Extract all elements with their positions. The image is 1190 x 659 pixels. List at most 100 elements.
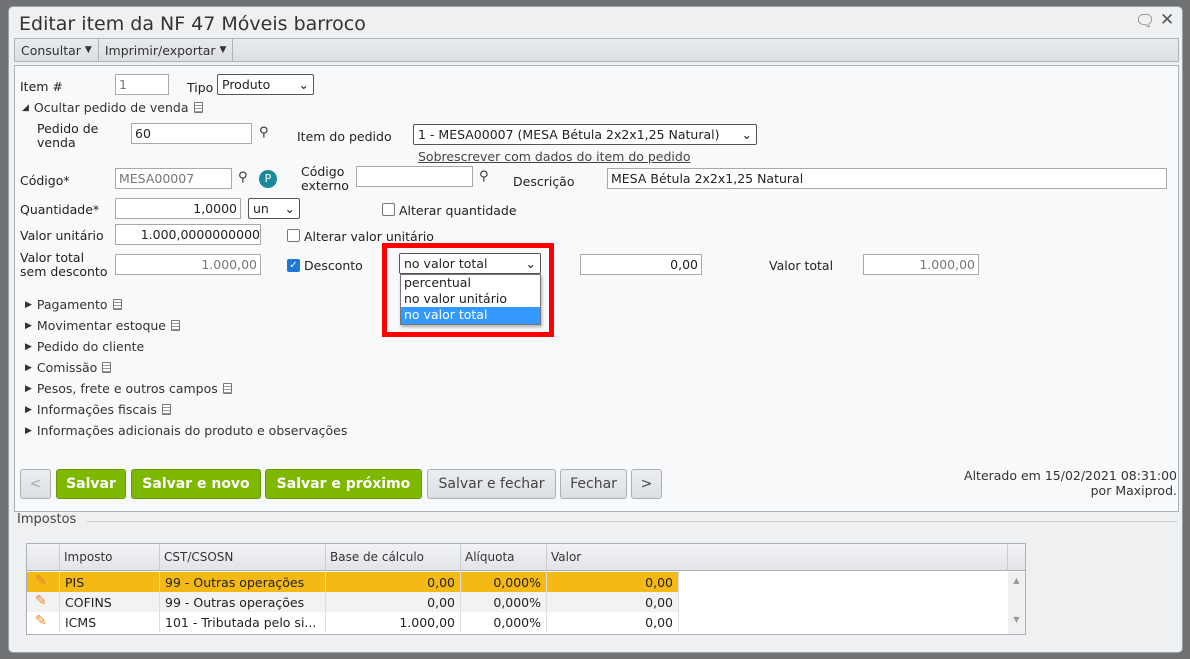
valor-total-input[interactable]: 1.000,00 [863, 254, 979, 275]
speech-bubble-icon[interactable]: 🗨 [1135, 11, 1155, 30]
unidade-select[interactable]: un ⌄ [248, 198, 300, 219]
cell-imposto: PIS [60, 572, 160, 592]
imprimir-menu[interactable]: Imprimir/exportar ▼ [99, 39, 234, 61]
alterar-valor-unitario-label: Alterar valor unitário [304, 229, 434, 244]
consultar-menu[interactable]: Consultar ▼ [15, 39, 99, 61]
cell-cst: 99 - Outras operações [160, 572, 326, 592]
dialog-title: Editar item da NF 47 Móveis barroco [19, 13, 366, 35]
salvar-novo-button[interactable]: Salvar e novo [131, 469, 261, 499]
ocultar-pedido-toggle[interactable]: ◢ Ocultar pedido de venda [22, 100, 203, 115]
section-label: Comissão [36, 360, 98, 375]
triangle-right-icon: ▶ [25, 425, 32, 436]
search-icon[interactable]: ⚲ [479, 169, 489, 184]
codigo-externo-input[interactable] [356, 166, 473, 187]
section-informacoes-adicionais[interactable]: ▶ Informações adicionais do produto e obs… [25, 423, 347, 438]
triangle-down-icon: ◢ [22, 102, 29, 113]
chevron-down-icon: ⌄ [741, 127, 752, 142]
section-label: Pedido do cliente [36, 339, 145, 354]
descricao-input[interactable]: MESA Bétula 2x2x1,25 Natural [607, 168, 1167, 189]
cell-base: 0,00 [326, 592, 461, 612]
desconto-value-input[interactable]: 0,00 [580, 254, 702, 275]
pencil-edit-icon[interactable]: ✎ [27, 572, 60, 592]
edit-item-dialog: Editar item da NF 47 Móveis barroco 🗨 ✕ … [8, 6, 1183, 653]
valor-unitario-input[interactable]: 1.000,0000000000 [115, 224, 261, 245]
quantidade-input[interactable]: 1,0000 [115, 198, 241, 219]
triangle-right-icon: ▶ [25, 383, 32, 394]
next-button[interactable]: > [631, 469, 662, 499]
section-pagamento[interactable]: ▶ Pagamento [25, 297, 122, 312]
imprimir-label: Imprimir/exportar [104, 42, 216, 58]
salvar-button[interactable]: Salvar [56, 469, 126, 499]
table-row[interactable]: ✎ ICMS 101 - Tributada pelo si... 1.000,00 0… [27, 612, 679, 632]
column-header-valor[interactable]: Valor [547, 544, 1008, 571]
alterar-valor-unitario-checkbox[interactable] [287, 229, 300, 242]
triangle-right-icon: ▶ [25, 341, 32, 352]
pedido-input[interactable]: 60 [131, 123, 252, 144]
scrollbar[interactable]: ▲ ▼ [1008, 572, 1025, 634]
codigo-externo-label: Código externo [301, 164, 349, 193]
cell-aliquota: 0,000% [461, 592, 547, 612]
section-label: Movimentar estoque [36, 318, 166, 333]
desconto-label: Desconto [304, 258, 363, 273]
item-pedido-value: 1 - MESA00007 (MESA Bétula 2x2x1,25 Natu… [418, 127, 720, 142]
quantidade-label: Quantidade* [20, 202, 100, 217]
cell-valor: 0,00 [547, 612, 679, 632]
toolbar: Consultar ▼ Imprimir/exportar ▼ [14, 38, 1179, 62]
salvar-proximo-button[interactable]: Salvar e próximo [265, 469, 422, 499]
column-header-aliquota[interactable]: Alíquota [461, 544, 547, 571]
alterar-quantidade-checkbox[interactable] [382, 203, 395, 216]
item-pedido-select[interactable]: 1 - MESA00007 (MESA Bétula 2x2x1,25 Natu… [413, 124, 757, 145]
item-label: Item # [20, 79, 63, 94]
option-valor-total[interactable]: no valor total [401, 307, 540, 324]
alterar-quantidade-label: Alterar quantidade [399, 203, 517, 218]
section-comissao[interactable]: ▶ Comissão [25, 360, 112, 375]
pencil-edit-icon[interactable]: ✎ [27, 592, 60, 612]
cell-aliquota: 0,000% [461, 572, 547, 592]
column-header-imposto[interactable]: Imposto [60, 544, 160, 571]
valor-total-sd-input[interactable]: 1.000,00 [115, 254, 261, 275]
option-percentual[interactable]: percentual [401, 275, 540, 291]
product-lookup-icon[interactable]: P [259, 170, 277, 188]
cell-base: 1.000,00 [326, 612, 461, 632]
codigo-input[interactable]: MESA00007 [115, 168, 232, 189]
item-number-input[interactable]: 1 [115, 74, 169, 95]
impostos-table: Imposto CST/CSOSN Base de cálculo Alíquo… [26, 543, 1026, 635]
chevron-down-icon: ⌄ [298, 77, 309, 92]
valor-total-label: Valor total [769, 258, 834, 273]
section-movimentar-estoque[interactable]: ▶ Movimentar estoque [25, 318, 180, 333]
altered-timestamp: Alterado em 15/02/2021 08:31:00 [964, 468, 1177, 483]
cell-cst: 101 - Tributada pelo si... [160, 612, 326, 632]
caret-down-icon: ▼ [219, 45, 227, 55]
column-header-edit [27, 544, 60, 571]
section-pedido-cliente[interactable]: ▶ Pedido do cliente [25, 339, 144, 354]
search-icon[interactable]: ⚲ [238, 170, 248, 185]
descricao-label: Descrição [513, 174, 575, 189]
impostos-title: Impostos [17, 512, 77, 527]
column-header-cst[interactable]: CST/CSOSN [160, 544, 326, 571]
cell-imposto: ICMS [60, 612, 160, 632]
document-icon [193, 102, 203, 113]
option-valor-unitario[interactable]: no valor unitário [401, 291, 540, 307]
chevron-down-icon: ⌄ [284, 201, 295, 216]
tipo-select[interactable]: Produto ⌄ [217, 74, 314, 95]
caret-down-icon: ▼ [84, 45, 92, 55]
valor-unitario-label: Valor unitário [20, 228, 104, 243]
desconto-tipo-select[interactable]: no valor total ⌄ [399, 253, 541, 274]
close-icon[interactable]: ✕ [1160, 10, 1174, 30]
section-informacoes-fiscais[interactable]: ▶ Informações fiscais [25, 402, 171, 417]
divider [87, 521, 1177, 522]
triangle-right-icon: ▶ [25, 404, 32, 415]
item-pedido-label: Item do pedido [297, 129, 392, 144]
previous-button[interactable]: < [20, 469, 51, 499]
section-pesos-frete[interactable]: ▶ Pesos, frete e outros campos [25, 381, 232, 396]
document-icon [161, 404, 171, 415]
sobrescrever-link[interactable]: Sobrescrever com dados do item do pedido [418, 150, 691, 164]
salvar-fechar-button[interactable]: Salvar e fechar [427, 469, 556, 499]
fechar-button[interactable]: Fechar [560, 469, 627, 499]
pencil-edit-icon[interactable]: ✎ [27, 612, 60, 632]
table-row[interactable]: ✎ PIS 99 - Outras operações 0,00 0,000% 0,00 [27, 572, 679, 592]
column-header-base[interactable]: Base de cálculo [326, 544, 461, 571]
desconto-checkbox[interactable]: ✓ [287, 259, 300, 272]
search-icon[interactable]: ⚲ [259, 125, 269, 140]
table-row[interactable]: ✎ COFINS 99 - Outras operações 0,00 0,000% 0,… [27, 592, 679, 612]
